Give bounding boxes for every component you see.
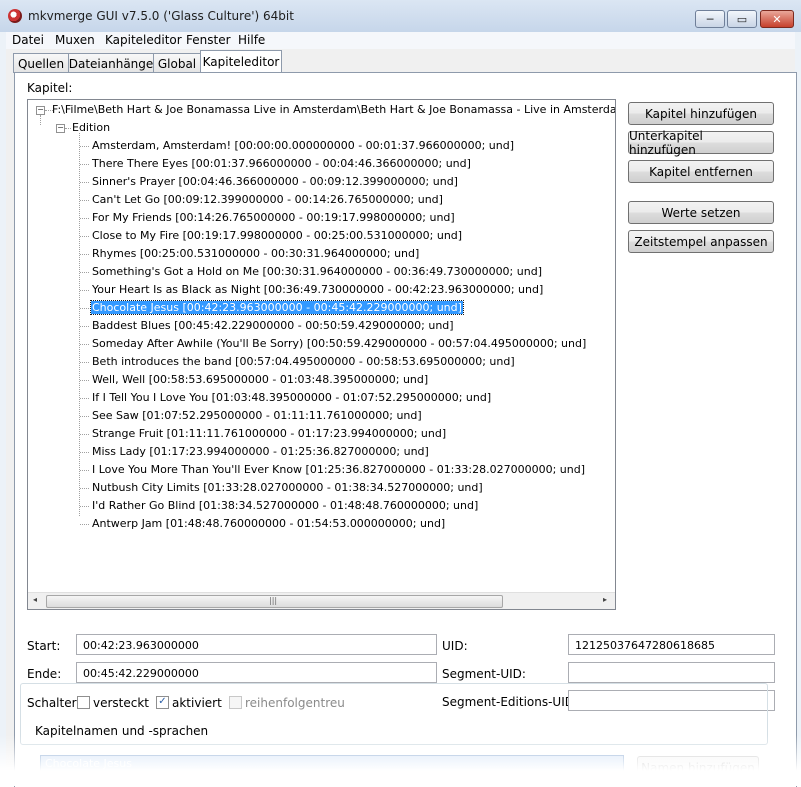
menu-datei[interactable]: Datei (12, 33, 44, 47)
chapter-tree-item[interactable]: Close to My Fire [00:19:17.998000000 - 0… (91, 229, 463, 242)
chapter-tree-item[interactable]: Rhymes [00:25:00.531000000 - 00:30:31.96… (91, 247, 420, 260)
tree-edition[interactable]: Edition (72, 121, 110, 134)
add-name-button[interactable]: Namen hinzufügen (637, 756, 759, 779)
window-title: mkvmerge GUI v7.5.0 ('Glass Culture') 64… (28, 9, 294, 23)
tab-kapiteleditor[interactable]: Kapiteleditor (200, 50, 282, 73)
collapse-root-icon[interactable]: − (36, 106, 45, 115)
chapter-name-row[interactable]: Chocolate Jesus (40, 755, 624, 773)
tab-global[interactable]: Global (153, 53, 201, 73)
chapter-tree-item[interactable]: Antwerp Jam [01:48:48.760000000 - 01:54:… (91, 517, 446, 530)
maximize-button[interactable]: ▭ (727, 10, 757, 28)
scrollbar-thumb[interactable]: ||| (46, 595, 503, 608)
client-area: Quellen Dateianhänge Global Kapiteledito… (6, 49, 797, 787)
menu-muxen[interactable]: Muxen (55, 33, 95, 47)
chapter-tree-item[interactable]: Beth introduces the band [00:57:04.49500… (91, 355, 516, 368)
tab-dateianhaenge[interactable]: Dateianhänge (68, 53, 154, 73)
uid-label: UID: (442, 639, 468, 653)
adjust-timestamps-button[interactable]: Zeitstempel anpassen (628, 230, 774, 253)
menu-fenster[interactable]: Fenster (186, 33, 231, 47)
chapter-tree[interactable]: − F:\Filme\Beth Hart & Joe Bonamassa Liv… (27, 99, 616, 610)
end-label: Ende: (27, 667, 62, 681)
chapter-tree-item[interactable]: Well, Well [00:58:53.695000000 - 01:03:4… (91, 373, 429, 386)
chapter-editor-panel: Kapitel: − F:\Filme\Beth Hart & Joe Bona… (14, 72, 797, 787)
horizontal-scrollbar[interactable]: ◂ ||| ▸ (28, 592, 615, 609)
start-label: Start: (27, 639, 61, 653)
chapters-label: Kapitel: (27, 81, 73, 95)
menu-kapiteleditor[interactable]: Kapiteleditor (105, 33, 182, 47)
collapse-edition-icon[interactable]: − (56, 124, 65, 133)
menu-hilfe[interactable]: Hilfe (238, 33, 265, 47)
chapter-tree-item[interactable]: Miss Lady [01:17:23.994000000 - 01:25:36… (91, 445, 430, 458)
chapter-tree-item[interactable]: If I Tell You I Love You [01:03:48.39500… (91, 391, 492, 404)
add-chapter-button[interactable]: Kapitel hinzufügen (628, 102, 774, 125)
tab-quellen[interactable]: Quellen (13, 53, 69, 73)
chapter-tree-item[interactable]: There There Eyes [00:01:37.966000000 - 0… (91, 157, 472, 170)
scroll-right-icon[interactable]: ▸ (603, 595, 607, 604)
chapter-names-group-title: Kapitelnamen und -sprachen (33, 724, 211, 738)
chapter-tree-item[interactable]: Nutbush City Limits [01:33:28.027000000 … (91, 481, 484, 494)
chapter-tree-item[interactable]: Your Heart Is as Black as Night [00:36:4… (91, 283, 544, 296)
chapter-tree-item[interactable]: Amsterdam, Amsterdam! [00:00:00.00000000… (91, 139, 515, 152)
grip-icon: ||| (269, 596, 278, 605)
minimize-button[interactable]: ─ (695, 10, 725, 28)
chapter-tree-item[interactable]: I Love You More Than You'll Ever Know [0… (91, 463, 586, 476)
add-subchapter-button[interactable]: Unterkapitel hinzufügen (628, 129, 774, 157)
chapter-tree-item[interactable]: Chocolate Jesus [00:42:23.963000000 - 00… (90, 300, 464, 315)
chapter-tree-item[interactable]: Can't Let Go [00:09:12.399000000 - 00:14… (91, 193, 444, 206)
chapter-tree-item[interactable]: Sinner's Prayer [00:04:46.366000000 - 00… (91, 175, 459, 188)
segment-uid-field[interactable] (568, 662, 775, 683)
set-values-button[interactable]: Werte setzen (628, 201, 774, 224)
chapter-tree-item[interactable]: For My Friends [00:14:26.765000000 - 00:… (91, 211, 456, 224)
start-field[interactable]: 00:42:23.963000000 (76, 634, 437, 655)
chapter-tree-item[interactable]: Baddest Blues [00:45:42.229000000 - 00:5… (91, 319, 455, 332)
segment-uid-label: Segment-UID: (442, 667, 526, 681)
remove-chapter-button[interactable]: Kapitel entfernen (628, 160, 774, 183)
chapter-tree-item[interactable]: Something's Got a Hold on Me [00:30:31.9… (91, 265, 543, 278)
scroll-left-icon[interactable]: ◂ (33, 595, 37, 604)
chapter-tree-item[interactable]: Someday After Awhile (You'll Be Sorry) [… (91, 337, 587, 350)
tree-root-file[interactable]: F:\Filme\Beth Hart & Joe Bonamassa Live … (52, 103, 615, 116)
chapter-tree-item[interactable]: Strange Fruit [01:11:11.761000000 - 01:1… (91, 427, 447, 440)
chapter-tree-item[interactable]: See Saw [01:07:52.295000000 - 01:11:11.7… (91, 409, 423, 422)
end-field[interactable]: 00:45:42.229000000 (76, 662, 437, 683)
menu-bar: Datei Muxen Kapiteleditor Fenster Hilfe (6, 32, 795, 49)
title-bar: mkvmerge GUI v7.5.0 ('Glass Culture') 64… (0, 0, 801, 32)
chapter-tree-item[interactable]: I'd Rather Go Blind [01:38:34.527000000 … (91, 499, 479, 512)
close-button[interactable]: ✕ (760, 10, 794, 28)
app-window: mkvmerge GUI v7.5.0 ('Glass Culture') 64… (0, 0, 801, 787)
app-icon (8, 9, 22, 23)
uid-field[interactable]: 12125037647280618685 (568, 634, 775, 655)
